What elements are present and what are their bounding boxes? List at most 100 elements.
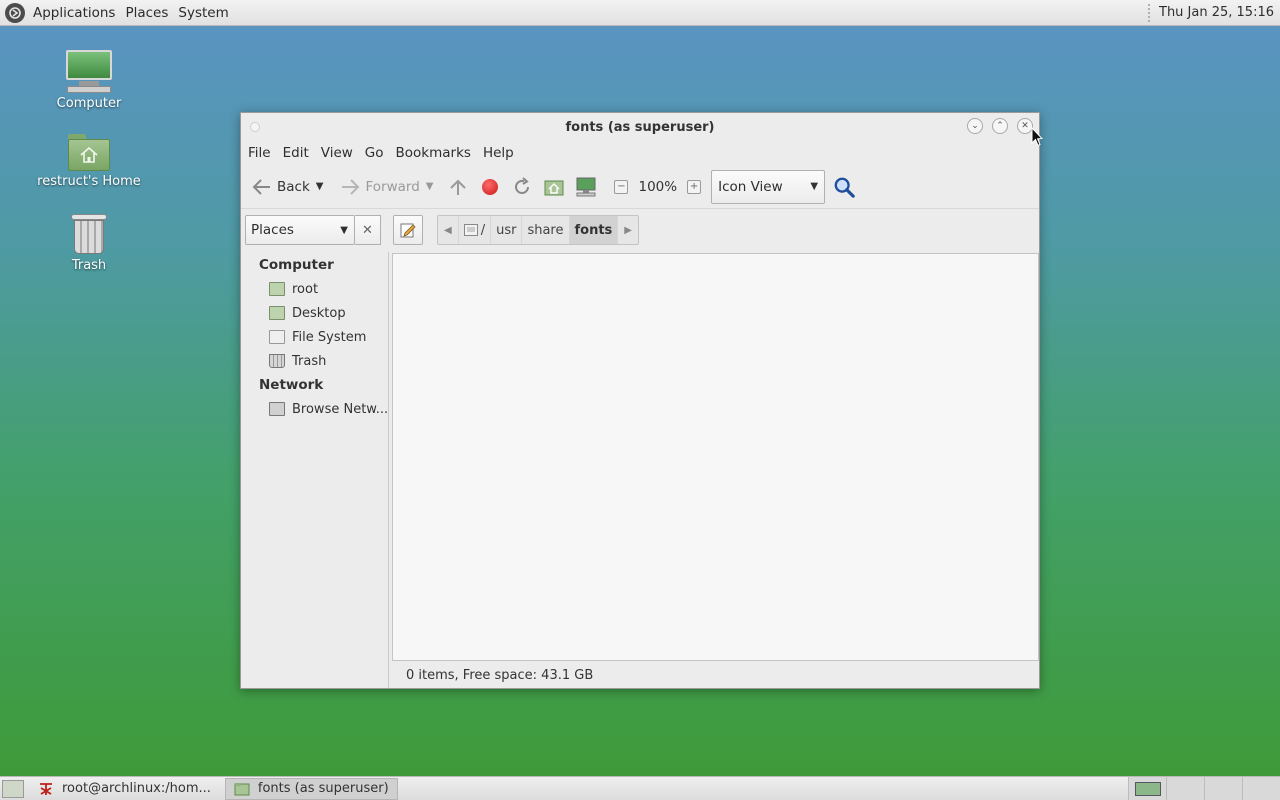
- sidebar-item-root[interactable]: root: [241, 277, 388, 301]
- sidebar-item-desktop[interactable]: Desktop: [241, 301, 388, 325]
- window-content: Computer root Desktop File System Trash …: [241, 252, 1039, 688]
- location-bar: Places ▼ ✕ ◀ / usr share fonts ▶: [241, 209, 1039, 251]
- desktop-folder-icon: [269, 306, 285, 320]
- computer-icon: [65, 48, 113, 94]
- back-arrow-icon: [252, 178, 270, 195]
- menu-edit[interactable]: Edit: [277, 145, 315, 161]
- applications-menu[interactable]: Applications: [29, 5, 121, 21]
- home-folder-icon: [66, 132, 112, 172]
- window-title: fonts (as superuser): [565, 119, 715, 135]
- path-share-button[interactable]: share: [522, 216, 570, 244]
- folder-icon: [234, 782, 250, 795]
- sidebar-item-label: Browse Netw...: [292, 401, 389, 417]
- desktop-icon-label: restruct's Home: [37, 174, 141, 189]
- chevron-down-icon: ▼: [340, 224, 348, 236]
- window-menu-icon[interactable]: [250, 122, 260, 132]
- status-bar: 0 items, Free space: 43.1 GB: [406, 667, 594, 683]
- menu-help[interactable]: Help: [477, 145, 520, 161]
- desktop-icon-trash[interactable]: Trash: [29, 212, 149, 273]
- places-menu[interactable]: Places: [121, 5, 174, 21]
- terminal-icon: [40, 782, 52, 795]
- sidebar-type-select[interactable]: Places ▼: [245, 215, 355, 245]
- desktop-icon-label: Trash: [71, 258, 107, 273]
- path-segment: /: [480, 222, 486, 238]
- distro-logo-icon[interactable]: [5, 2, 25, 23]
- menu-view[interactable]: View: [315, 145, 359, 161]
- system-menu[interactable]: System: [174, 5, 234, 21]
- clock[interactable]: Thu Jan 25, 15:16: [1159, 5, 1274, 20]
- workspace-4[interactable]: [1242, 777, 1280, 800]
- maximize-button[interactable]: ⌃: [992, 118, 1008, 134]
- path-fonts-button[interactable]: fonts: [569, 216, 619, 244]
- edit-icon: [400, 223, 416, 238]
- task-terminal[interactable]: root@archlinux:/hom...: [30, 778, 219, 800]
- desktop-icon-label: Computer: [56, 96, 122, 111]
- desktop-icon-computer[interactable]: Computer: [29, 48, 149, 111]
- workspace-1[interactable]: [1128, 777, 1166, 800]
- drive-icon: [463, 224, 478, 236]
- home-icon[interactable]: [543, 176, 565, 198]
- sidebar-heading-computer: Computer: [259, 257, 334, 273]
- sidebar-item-label: Trash: [292, 353, 327, 369]
- stop-icon[interactable]: [479, 176, 501, 198]
- window-titlebar[interactable]: fonts (as superuser) ⌄ ⌃ ✕: [241, 113, 1039, 141]
- top-panel: Applications Places System Thu Jan 25, 1…: [0, 0, 1280, 26]
- show-desktop-button[interactable]: [2, 779, 24, 798]
- path-scroll-left-icon[interactable]: ◀: [438, 216, 459, 244]
- edit-location-button[interactable]: [393, 215, 423, 245]
- file-view-area[interactable]: [392, 253, 1039, 661]
- path-segment: usr: [496, 222, 517, 238]
- home-folder-icon: [269, 282, 285, 296]
- minimize-button[interactable]: ⌄: [967, 118, 983, 134]
- view-mode-select[interactable]: Icon View ▼: [711, 169, 826, 204]
- back-label: Back: [277, 178, 310, 195]
- sidebar-item-file-system[interactable]: File System: [241, 325, 388, 349]
- forward-label: Forward: [365, 178, 420, 195]
- computer-icon[interactable]: [575, 176, 597, 198]
- menu-go[interactable]: Go: [359, 145, 390, 161]
- path-segment: share: [527, 222, 564, 238]
- trash-icon: [269, 354, 285, 368]
- workspace-switcher: [1128, 777, 1280, 800]
- up-icon[interactable]: [447, 176, 469, 198]
- reload-icon[interactable]: [511, 176, 533, 198]
- sidebar-heading-network: Network: [259, 377, 324, 393]
- forward-button[interactable]: Forward ▼: [335, 171, 437, 203]
- task-file-manager[interactable]: fonts (as superuser): [224, 777, 398, 800]
- panel-grip: [1148, 3, 1151, 22]
- chevron-down-icon: ▼: [810, 181, 819, 192]
- zoom-in-button[interactable]: +: [687, 179, 702, 194]
- network-icon: [269, 402, 285, 416]
- sidebar-item-label: Desktop: [292, 305, 346, 321]
- path-usr-button[interactable]: usr: [491, 216, 523, 244]
- file-manager-window: fonts (as superuser) ⌄ ⌃ ✕ File Edit Vie…: [240, 112, 1040, 689]
- back-dropdown-icon[interactable]: ▼: [316, 181, 324, 192]
- path-segment: fonts: [574, 222, 613, 238]
- path-scroll-right-icon[interactable]: ▶: [618, 216, 638, 244]
- task-label: root@archlinux:/hom...: [62, 781, 211, 796]
- menu-bookmarks[interactable]: Bookmarks: [390, 145, 477, 161]
- drive-icon: [269, 330, 285, 344]
- back-button[interactable]: Back ▼: [247, 171, 327, 203]
- close-sidebar-button[interactable]: ✕: [355, 215, 381, 245]
- sidebar-item-browse-network[interactable]: Browse Netw...: [241, 397, 388, 421]
- forward-dropdown-icon[interactable]: ▼: [426, 181, 434, 192]
- breadcrumb: ◀ / usr share fonts ▶: [437, 215, 639, 245]
- task-label: fonts (as superuser): [257, 781, 389, 796]
- sidebar-item-label: File System: [292, 329, 367, 345]
- menubar: File Edit View Go Bookmarks Help: [241, 141, 1039, 165]
- menu-file[interactable]: File: [242, 145, 277, 161]
- trash-icon: [71, 212, 107, 256]
- zoom-out-button[interactable]: −: [614, 179, 629, 194]
- path-root-button[interactable]: /: [459, 216, 492, 244]
- desktop-icon-home[interactable]: restruct's Home: [29, 132, 149, 189]
- workspace-2[interactable]: [1166, 777, 1204, 800]
- sidebar-item-trash[interactable]: Trash: [241, 349, 388, 373]
- view-mode-value: Icon View: [718, 178, 783, 195]
- mouse-cursor-icon: [1031, 127, 1043, 147]
- bottom-panel: root@archlinux:/hom... fonts (as superus…: [0, 776, 1280, 800]
- workspace-3[interactable]: [1204, 777, 1242, 800]
- places-sidebar: Computer root Desktop File System Trash …: [241, 252, 389, 688]
- sidebar-item-label: root: [292, 281, 319, 297]
- search-icon[interactable]: [833, 176, 855, 198]
